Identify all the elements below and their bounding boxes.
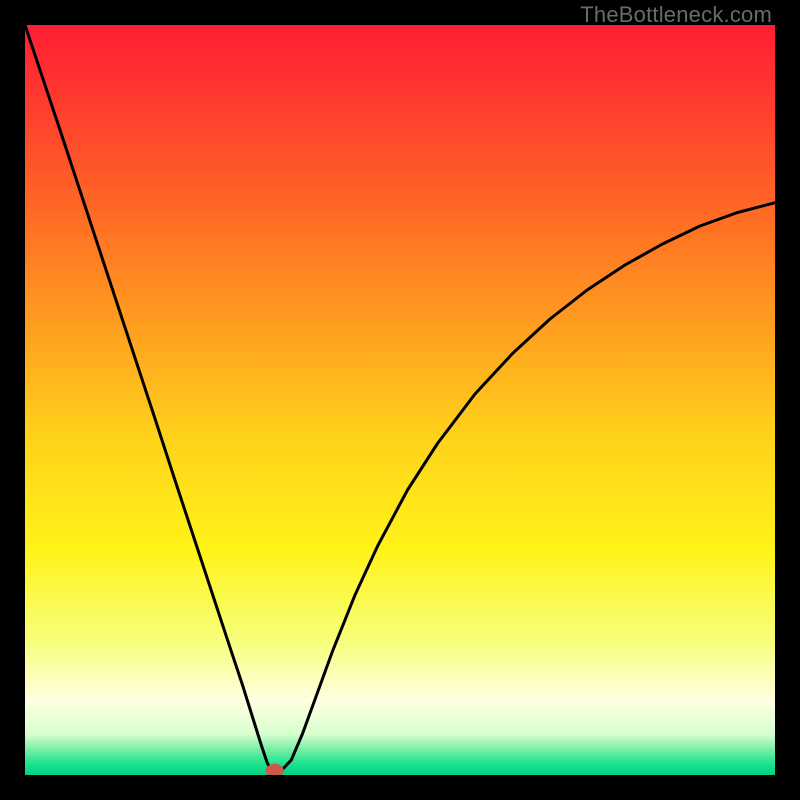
- gradient-background: [25, 25, 775, 775]
- bottleneck-chart: [25, 25, 775, 775]
- chart-frame: [25, 25, 775, 775]
- watermark-text: TheBottleneck.com: [580, 2, 772, 28]
